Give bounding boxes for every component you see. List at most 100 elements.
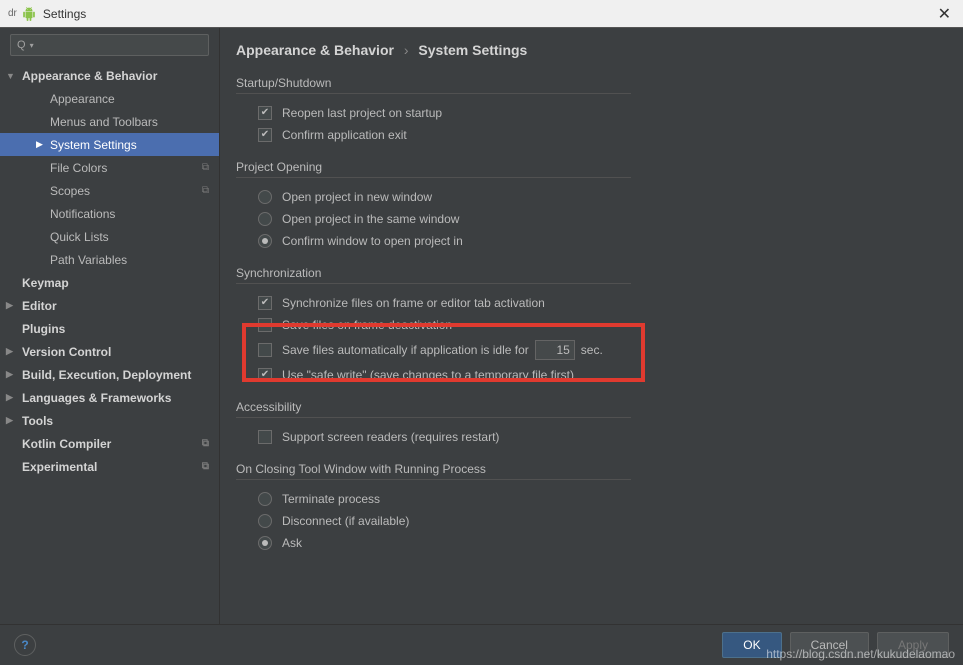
ok-button[interactable]: OK (722, 632, 781, 658)
search-icon: Q (17, 39, 26, 51)
search-row: Q ▾ (0, 28, 219, 62)
opt-save-auto-suffix: sec. (581, 343, 603, 357)
section-closing: On Closing Tool Window with Running Proc… (236, 462, 943, 554)
checkbox-icon[interactable] (258, 296, 272, 310)
radio-icon[interactable] (258, 536, 272, 550)
opt-safe-write-label: Use "safe write" (save changes to a temp… (282, 368, 574, 382)
sidebar-item-file-colors[interactable]: File Colors⧉ (0, 156, 219, 179)
radio-icon[interactable] (258, 492, 272, 506)
checkbox-icon[interactable] (258, 318, 272, 332)
tree-item-label: Version Control (22, 345, 111, 359)
checkbox-icon[interactable] (258, 343, 272, 357)
opt-confirm-window[interactable]: Confirm window to open project in (236, 230, 943, 252)
search-input[interactable]: Q ▾ (10, 34, 209, 56)
section-sync: Synchronization Synchronize files on fra… (236, 266, 943, 386)
sidebar-item-languages-frameworks[interactable]: ▶ Languages & Frameworks (0, 386, 219, 409)
opt-confirm-exit[interactable]: Confirm application exit (236, 124, 943, 146)
titlebar: dr Settings ✕ (0, 0, 963, 28)
checkbox-icon[interactable] (258, 128, 272, 142)
chevron-right-icon: ▶ (36, 139, 43, 150)
tree-item-label: Menus and Toolbars (50, 115, 158, 129)
tree-item-label: Languages & Frameworks (22, 391, 171, 405)
chevron-down-icon: ▼ (6, 71, 15, 81)
apply-button[interactable]: Apply (877, 632, 949, 658)
sidebar-item-tools[interactable]: ▶ Tools (0, 409, 219, 432)
radio-icon[interactable] (258, 212, 272, 226)
opt-same-window[interactable]: Open project in the same window (236, 208, 943, 230)
checkbox-icon[interactable] (258, 106, 272, 120)
help-button[interactable]: ? (14, 634, 36, 656)
opt-terminate-label: Terminate process (282, 492, 380, 506)
chevron-right-icon: ▶ (6, 415, 13, 426)
sidebar-item-experimental[interactable]: Experimental⧉ (0, 455, 219, 478)
cancel-button[interactable]: Cancel (790, 632, 869, 658)
opt-reopen-label: Reopen last project on startup (282, 106, 442, 120)
sidebar-item-menus-and-toolbars[interactable]: Menus and Toolbars (0, 110, 219, 133)
breadcrumb-part1: Appearance & Behavior (236, 42, 394, 58)
radio-icon[interactable] (258, 190, 272, 204)
tree-item-label: Kotlin Compiler (22, 437, 111, 451)
tree-item-label: Plugins (22, 322, 65, 336)
opt-ask[interactable]: Ask (236, 532, 943, 554)
sidebar-item-plugins[interactable]: Plugins (0, 317, 219, 340)
chevron-down-icon: ▾ (30, 41, 34, 50)
sidebar-item-version-control[interactable]: ▶Version Control (0, 340, 219, 363)
breadcrumb: Appearance & Behavior › System Settings (236, 42, 943, 58)
sidebar-item-kotlin-compiler[interactable]: Kotlin Compiler ⧉ (0, 432, 219, 455)
tree-item-label: Appearance (50, 92, 115, 106)
chevron-right-icon: ▶ (6, 300, 13, 311)
tree-item-label: Keymap (22, 276, 69, 290)
android-icon (21, 6, 37, 22)
sidebar-item-path-variables[interactable]: Path Variables (0, 248, 219, 271)
tree-item-label: Editor (22, 299, 57, 313)
checkbox-icon[interactable] (258, 430, 272, 444)
project-badge-icon: ⧉ (202, 185, 209, 196)
tree-item-label: Quick Lists (50, 230, 109, 244)
tree-item-label: Tools (22, 414, 53, 428)
window-title: Settings (43, 7, 934, 21)
radio-icon[interactable] (258, 234, 272, 248)
tree-item-label: Path Variables (50, 253, 127, 267)
tree-item-label: Scopes (50, 184, 90, 198)
opt-save-auto-prefix: Save files automatically if application … (282, 343, 529, 357)
tree-item-label: File Colors (50, 161, 107, 175)
section-title-closing: On Closing Tool Window with Running Proc… (236, 462, 631, 480)
opt-sync-activate-label: Synchronize files on frame or editor tab… (282, 296, 545, 310)
dialog-body: Q ▾ ▼ Appearance & Behavior Appearance Menu… (0, 28, 963, 624)
content-panel: Appearance & Behavior › System Settings … (220, 28, 963, 624)
opt-disconnect[interactable]: Disconnect (if available) (236, 510, 943, 532)
tree-item-label: System Settings (50, 138, 137, 152)
close-icon[interactable]: ✕ (934, 4, 955, 24)
opt-screen-readers[interactable]: Support screen readers (requires restart… (236, 426, 943, 448)
sidebar-item-build-execution-deployment[interactable]: ▶Build, Execution, Deployment (0, 363, 219, 386)
sidebar-item-scopes[interactable]: Scopes ⧉ (0, 179, 219, 202)
section-title-sync: Synchronization (236, 266, 631, 284)
sidebar-item-appearance-behavior[interactable]: ▼ Appearance & Behavior (0, 64, 219, 87)
opt-new-window[interactable]: Open project in new window (236, 186, 943, 208)
project-badge-icon: ⧉ (202, 438, 209, 449)
opt-save-auto[interactable]: Save files automatically if application … (236, 336, 943, 364)
breadcrumb-part2: System Settings (418, 42, 527, 58)
opt-sync-activate[interactable]: Synchronize files on frame or editor tab… (236, 292, 943, 314)
section-opening: Project Opening Open project in new wind… (236, 160, 943, 252)
sidebar-item-editor[interactable]: ▶ Editor (0, 294, 219, 317)
breadcrumb-separator: › (404, 42, 409, 58)
sidebar-item-system-settings[interactable]: ▶ System Settings (0, 133, 219, 156)
tree-item-label: Build, Execution, Deployment (22, 368, 191, 382)
opt-save-deactivate[interactable]: Save files on frame deactivation (236, 314, 943, 336)
sidebar-item-appearance[interactable]: Appearance (0, 87, 219, 110)
section-title-accessibility: Accessibility (236, 400, 631, 418)
radio-icon[interactable] (258, 514, 272, 528)
opt-reopen[interactable]: Reopen last project on startup (236, 102, 943, 124)
opt-screen-readers-label: Support screen readers (requires restart… (282, 430, 499, 444)
chevron-right-icon: ▶ (6, 392, 13, 403)
tree-item-label: Appearance & Behavior (22, 69, 157, 83)
sidebar-item-quick-lists[interactable]: Quick Lists (0, 225, 219, 248)
opt-terminate[interactable]: Terminate process (236, 488, 943, 510)
section-accessibility: Accessibility Support screen readers (re… (236, 400, 943, 448)
opt-safe-write[interactable]: Use "safe write" (save changes to a temp… (236, 364, 943, 386)
sidebar-item-keymap[interactable]: Keymap (0, 271, 219, 294)
sidebar-item-notifications[interactable]: Notifications (0, 202, 219, 225)
checkbox-icon[interactable] (258, 368, 272, 382)
idle-seconds-input[interactable] (535, 340, 575, 360)
